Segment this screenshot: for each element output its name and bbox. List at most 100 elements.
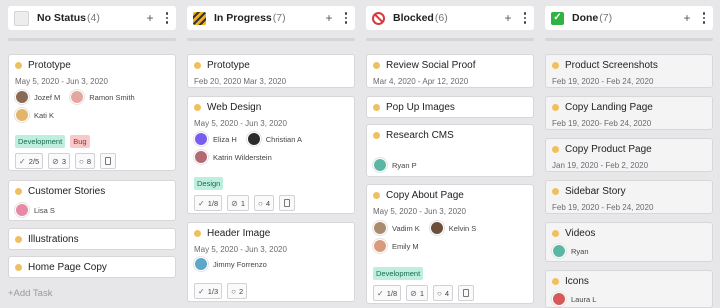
attachments-metric[interactable]: ⊘ 1 xyxy=(227,195,250,211)
card-title-text: Home Page Copy xyxy=(28,262,107,273)
priority-dot xyxy=(552,188,559,195)
prohibited-icon xyxy=(372,11,385,25)
card-copy-about-page[interactable]: Copy About Page May 5, 2020 - Jun 3, 202… xyxy=(366,184,534,304)
card-date: Feb 19, 2020 - Feb 24, 2020 xyxy=(552,77,654,86)
comments-metric[interactable]: ○ 8 xyxy=(75,153,96,169)
avatar xyxy=(194,257,208,271)
assignee-name: Laura L xyxy=(571,294,597,304)
tag-bug[interactable]: Bug xyxy=(70,135,90,148)
assignee-name: Lisa S xyxy=(34,205,55,215)
paperclip-icon: ⊘ xyxy=(231,198,238,208)
card-prototype[interactable]: Prototype Feb 20, 2020 Mar 3, 2020 xyxy=(187,54,355,88)
assignee: Katrin Wilderstein xyxy=(194,150,272,164)
add-task-button[interactable]: +Add Task xyxy=(8,288,52,299)
card-research-cms[interactable]: Research CMS Ryan P xyxy=(366,124,534,177)
more-vertical-icon[interactable] xyxy=(522,12,529,24)
assignee: Lisa S xyxy=(15,203,55,217)
card-title: Copy About Page xyxy=(373,190,464,201)
checklist-count: 2/5 xyxy=(28,156,40,166)
comments-metric[interactable]: ○ 4 xyxy=(433,285,454,301)
column-blocked: Blocked (6) + Review Social Proof Mar 4,… xyxy=(366,0,534,308)
card-videos[interactable]: Videos Ryan xyxy=(545,222,713,262)
card-copy-product-page[interactable]: Copy Product Page Jan 19, 2020 - Feb 2, … xyxy=(545,138,713,172)
column-done: ✓ Done (7) + Product Screenshots Feb 19,… xyxy=(545,0,713,308)
column-in-progress: In Progress (7) + Prototype Feb 20, 2020… xyxy=(187,0,355,308)
comment-icon: ○ xyxy=(79,156,84,166)
avatar xyxy=(194,132,208,146)
more-vertical-icon[interactable] xyxy=(164,12,171,24)
comment-count: 8 xyxy=(86,156,92,166)
column-title: Blocked xyxy=(393,12,434,24)
card-title: Pop Up Images xyxy=(373,102,455,113)
checklist-count: 1/8 xyxy=(207,198,219,208)
paperclip-icon: ⊘ xyxy=(410,288,417,298)
add-card-button[interactable]: + xyxy=(325,12,332,24)
card-title-text: Pop Up Images xyxy=(386,102,455,113)
checklist-metric[interactable]: ✓ 1/8 xyxy=(373,285,402,301)
comments-metric[interactable]: ○ 4 xyxy=(254,195,275,211)
assignee-name: Kati K xyxy=(34,110,55,120)
column-header: In Progress (7) + xyxy=(187,6,355,30)
assignee-list: Ryan xyxy=(552,244,702,258)
comments-metric[interactable]: ○ 2 xyxy=(227,283,248,299)
note-icon[interactable] xyxy=(279,195,296,211)
checklist-metric[interactable]: ✓ 1/8 xyxy=(194,195,223,211)
comment-count: 4 xyxy=(444,288,450,298)
check-circle-icon: ✓ xyxy=(19,156,26,166)
column-header: ✓ Done (7) + xyxy=(545,6,713,30)
comment-count: 4 xyxy=(265,198,271,208)
card-header-image[interactable]: Header Image May 5, 2020 - Jun 3, 2020 J… xyxy=(187,222,355,302)
column-divider xyxy=(545,38,713,41)
attachments-metric[interactable]: ⊘ 3 xyxy=(48,153,71,169)
card-copy-landing-page[interactable]: Copy Landing Page Feb 19, 2020- Feb 24, … xyxy=(545,96,713,130)
card-title-text: Illustrations xyxy=(28,234,79,245)
card-metrics: ✓ 1/8 ⊘ 1 ○ 4 xyxy=(373,285,475,301)
card-home-page-copy[interactable]: Home Page Copy xyxy=(8,256,176,278)
card-date: May 5, 2020 - Jun 3, 2020 xyxy=(373,207,466,216)
card-sidebar-story[interactable]: Sidebar Story Feb 19, 2020 - Feb 24, 202… xyxy=(545,180,713,214)
card-review-social-proof[interactable]: Review Social Proof Mar 4, 2020 - Apr 12… xyxy=(366,54,534,88)
card-title: Icons xyxy=(552,276,589,287)
card-web-design[interactable]: Web Design May 5, 2020 - Jun 3, 2020 Eli… xyxy=(187,96,355,214)
check-circle-icon: ✓ xyxy=(198,286,205,296)
avatar xyxy=(70,90,85,104)
card-title: Copy Landing Page xyxy=(552,102,653,113)
tag-development[interactable]: Development xyxy=(15,135,66,148)
assignee-list: Laura L xyxy=(552,292,702,306)
card-illustrations[interactable]: Illustrations xyxy=(8,228,176,250)
more-vertical-icon[interactable] xyxy=(343,12,350,24)
assignee: Laura L xyxy=(552,292,596,306)
priority-dot xyxy=(15,62,22,69)
avatar xyxy=(373,158,387,172)
card-pop-up-images[interactable]: Pop Up Images xyxy=(366,96,534,118)
column-header: Blocked (6) + xyxy=(366,6,534,30)
checklist-metric[interactable]: ✓ 2/5 xyxy=(15,153,44,169)
add-card-button[interactable]: + xyxy=(504,12,511,24)
card-date: Jan 19, 2020 - Feb 2, 2020 xyxy=(552,161,649,170)
card-prototype[interactable]: Prototype May 5, 2020 - Jun 3, 2020 Joze… xyxy=(8,54,176,171)
attachments-metric[interactable]: ⊘ 1 xyxy=(406,285,429,301)
card-title-text: Prototype xyxy=(207,60,250,71)
card-title: Product Screenshots xyxy=(552,60,658,71)
tag-design[interactable]: Design xyxy=(194,177,224,190)
avatar xyxy=(429,221,444,235)
card-product-screenshots[interactable]: Product Screenshots Feb 19, 2020 - Feb 2… xyxy=(545,54,713,88)
add-card-button[interactable]: + xyxy=(683,12,690,24)
card-date: May 5, 2020 - Jun 3, 2020 xyxy=(15,77,108,86)
tag-development[interactable]: Development xyxy=(373,267,424,280)
assignee-name: Jozef M xyxy=(34,92,61,102)
card-customer-stories[interactable]: Customer Stories Lisa S xyxy=(8,180,176,221)
checklist-metric[interactable]: ✓ 1/3 xyxy=(194,283,223,299)
priority-dot xyxy=(373,62,380,69)
note-icon[interactable] xyxy=(100,153,117,169)
assignee: Emily M xyxy=(373,239,419,253)
more-vertical-icon[interactable] xyxy=(701,12,708,24)
tag-list: Development Bug xyxy=(15,135,90,148)
comment-icon: ○ xyxy=(258,198,263,208)
note-icon[interactable] xyxy=(458,285,475,301)
assignee: Kelvin S xyxy=(429,221,476,235)
card-title: Prototype xyxy=(194,60,250,71)
card-date: Feb 19, 2020 - Feb 24, 2020 xyxy=(552,203,654,212)
add-card-button[interactable]: + xyxy=(146,12,153,24)
card-icons[interactable]: Icons Laura L xyxy=(545,270,713,308)
